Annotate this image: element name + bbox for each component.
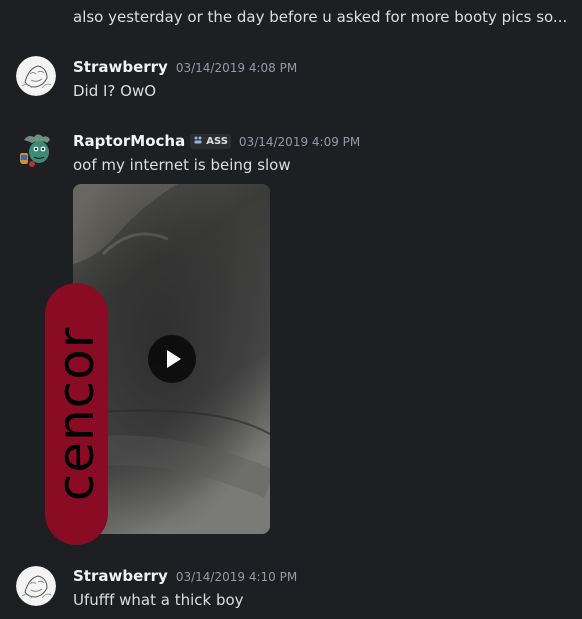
message-text: also yesterday or the day before u asked… bbox=[73, 8, 568, 26]
timestamp: 03/14/2019 4:08 PM bbox=[175, 61, 298, 75]
username[interactable]: RaptorMocha bbox=[73, 131, 185, 151]
message-text: Ufufff what a thick boy bbox=[73, 591, 244, 609]
sketch-avatar-icon bbox=[16, 56, 56, 96]
message-header: Strawberry 03/14/2019 4:10 PM bbox=[73, 566, 297, 586]
message-text: oof my internet is being slow bbox=[73, 156, 291, 174]
sketch-avatar-icon bbox=[16, 566, 56, 606]
server-tag-badge[interactable]: ASS bbox=[190, 133, 231, 149]
message-header: Strawberry 03/14/2019 4:08 PM bbox=[73, 57, 297, 77]
username[interactable]: Strawberry bbox=[73, 57, 168, 77]
timestamp: 03/14/2019 4:10 PM bbox=[175, 570, 298, 584]
censor-text: cencor bbox=[47, 326, 105, 502]
server-tag-label: ASS bbox=[206, 135, 228, 147]
avatar[interactable] bbox=[16, 56, 56, 96]
message-text: Did I? OwO bbox=[73, 82, 157, 100]
server-tag-icon bbox=[193, 135, 203, 148]
avatar[interactable] bbox=[16, 130, 56, 170]
play-button[interactable] bbox=[148, 335, 196, 383]
avatar[interactable] bbox=[16, 566, 56, 606]
username[interactable]: Strawberry bbox=[73, 566, 168, 586]
play-icon bbox=[167, 350, 181, 368]
timestamp: 03/14/2019 4:09 PM bbox=[238, 135, 361, 149]
message-header: RaptorMocha ASS 03/14/2019 4:09 PM bbox=[73, 131, 360, 151]
goblin-avatar-icon bbox=[16, 130, 56, 170]
censor-overlay: cencor bbox=[45, 283, 108, 545]
